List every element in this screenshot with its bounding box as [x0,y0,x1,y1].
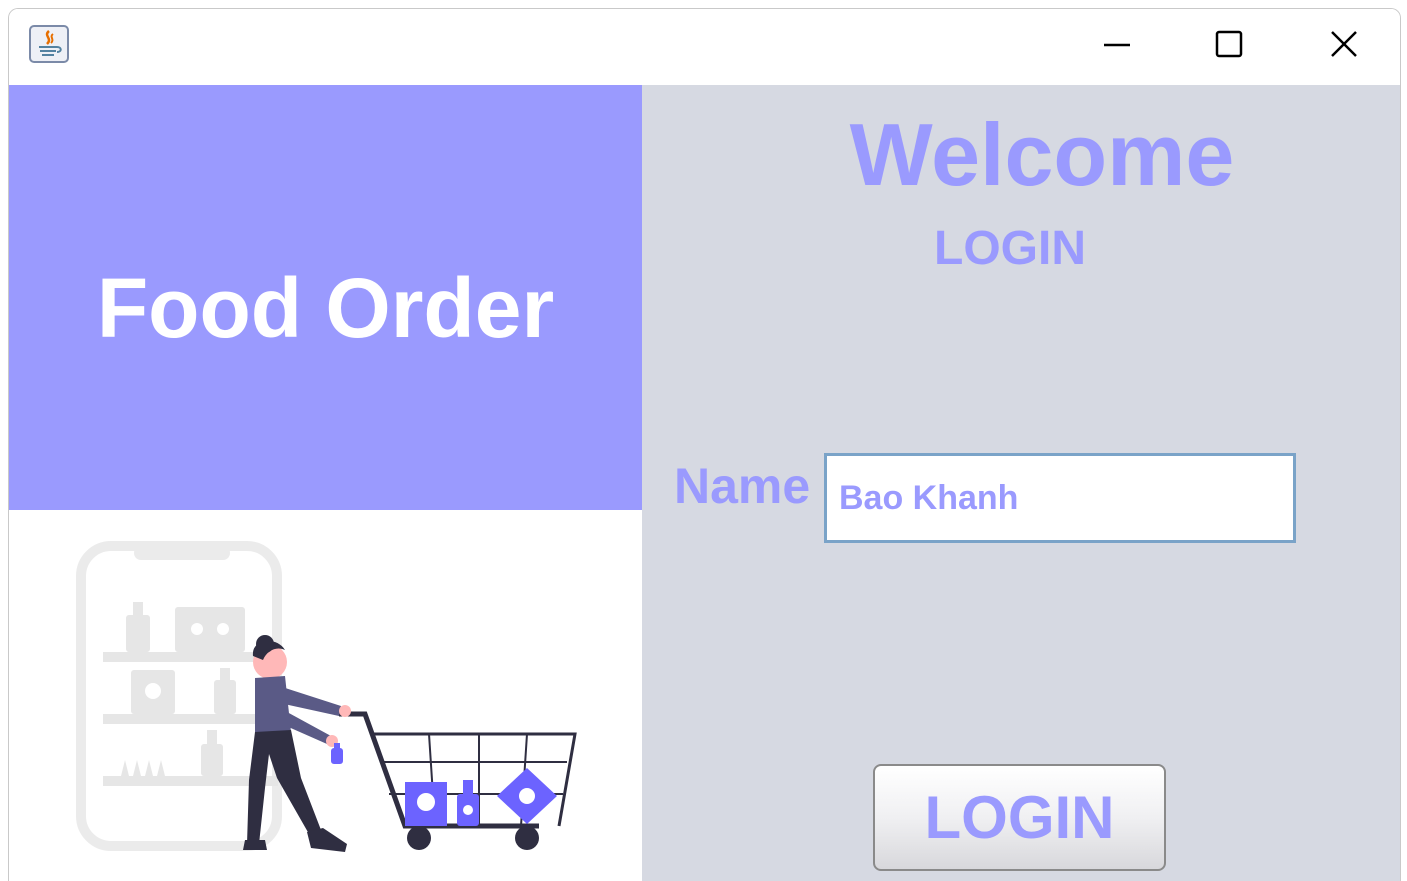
close-button[interactable] [1314,19,1374,69]
title-bar[interactable] [9,9,1400,85]
shopping-cart-illustration [76,541,577,852]
minimize-button[interactable] [1087,19,1147,69]
illustration-panel [9,510,642,881]
login-button[interactable]: LOGIN [873,764,1166,871]
minimize-icon [1104,43,1130,47]
name-input[interactable] [824,453,1296,543]
login-window: Food Order Welcome LOGIN Name Bao Khanh … [8,8,1401,881]
maximize-button[interactable] [1199,19,1259,69]
login-panel: Welcome LOGIN Name LOGIN [642,85,1400,881]
name-label: Name [674,458,811,514]
brand-panel: Food Order [9,85,642,510]
java-app-icon [29,25,69,63]
login-heading: LOGIN [934,222,1086,275]
welcome-heading: Welcome [849,105,1235,204]
app-title: Food Order [96,261,555,355]
maximize-icon [1215,30,1243,58]
close-icon [1331,31,1357,57]
